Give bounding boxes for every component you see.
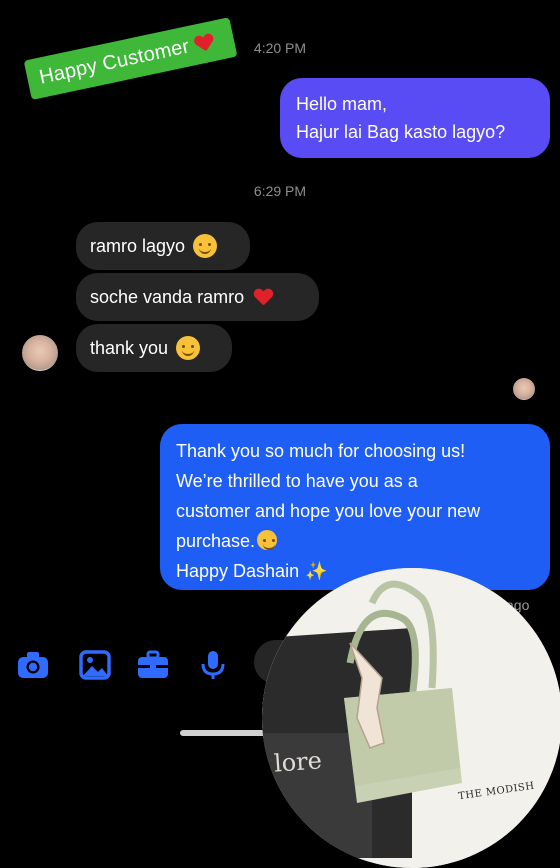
red-heart-icon [254, 289, 272, 305]
photo-brand-text: lore [273, 746, 323, 778]
message-line: Hajur lai Bag kasto lagyo? [296, 122, 506, 142]
outgoing-message[interactable]: Hello mam, Hajur lai Bag kasto lagyo? [280, 78, 550, 158]
sticker-text: Happy Customer [37, 34, 192, 89]
message-line: purchase. [176, 526, 534, 556]
briefcase-icon[interactable] [136, 650, 170, 680]
timestamp: 4:20 PM [253, 40, 307, 56]
message-line: customer and hope you love your new [176, 501, 481, 521]
timestamp: 6:29 PM [253, 183, 307, 199]
incoming-message[interactable]: thank you [76, 324, 232, 372]
smiling-face-icon [176, 336, 201, 360]
happy-customer-sticker: Happy Customer [23, 17, 238, 101]
heart-icon [193, 33, 214, 52]
gallery-icon[interactable] [78, 650, 112, 680]
microphone-icon[interactable] [196, 650, 230, 680]
message-line: Hello mam, [296, 94, 388, 114]
handbag-image [262, 568, 560, 868]
avatar[interactable] [22, 335, 58, 371]
outgoing-message[interactable]: Thank you so much for choosing us! We’re… [160, 424, 550, 590]
sparkles-icon: ✨ [305, 561, 328, 581]
message-line: We’re thrilled to have you as a [176, 471, 418, 491]
message-text: thank you [90, 337, 169, 358]
smiling-face-icon [257, 530, 278, 550]
incoming-message[interactable]: ramro lagyo [76, 222, 250, 270]
incoming-message[interactable]: soche vanda ramro [76, 273, 319, 321]
message-text: ramro lagyo [90, 235, 186, 256]
product-photo: lore THE MODISH [262, 568, 560, 868]
seen-avatar [513, 378, 535, 400]
message-text: soche vanda ramro [90, 286, 245, 307]
smiling-face-icon [193, 234, 218, 258]
camera-icon[interactable] [16, 650, 50, 680]
message-line: Thank you so much for choosing us! [176, 441, 466, 461]
